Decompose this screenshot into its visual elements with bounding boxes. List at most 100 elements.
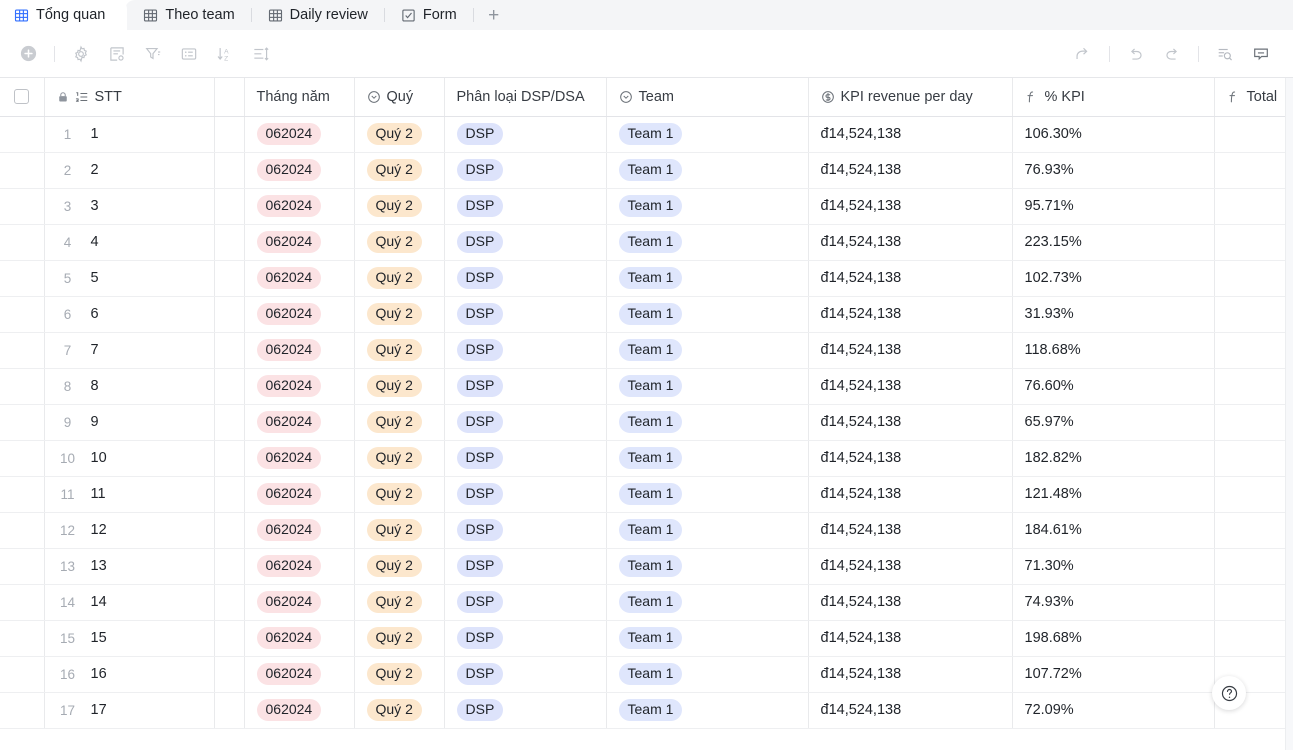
row-team-cell[interactable]: Team 1: [606, 584, 809, 621]
table-row[interactable]: 13 13 062024 Quý 2 DSP Team 1 đ14,524,13…: [0, 548, 1286, 585]
row-phan-loai-cell[interactable]: DSP: [444, 692, 607, 729]
row-total-cell[interactable]: [1214, 116, 1286, 153]
row-thang-nam-cell[interactable]: 062024: [244, 620, 355, 657]
row-kpi-cell[interactable]: đ14,524,138: [808, 584, 1013, 621]
header-quy[interactable]: Quý: [354, 78, 445, 117]
table-row[interactable]: 14 14 062024 Quý 2 DSP Team 1 đ14,524,13…: [0, 584, 1286, 621]
row-stt-cell[interactable]: 1 1: [44, 116, 215, 153]
row-pct-cell[interactable]: 95.71%: [1012, 188, 1215, 225]
row-team-cell[interactable]: Team 1: [606, 404, 809, 441]
row-pct-cell[interactable]: 121.48%: [1012, 476, 1215, 513]
row-pct-cell[interactable]: 72.09%: [1012, 692, 1215, 729]
row-pct-cell[interactable]: 198.68%: [1012, 620, 1215, 657]
row-select-cell[interactable]: [0, 368, 45, 405]
row-quy-cell[interactable]: Quý 2: [354, 512, 445, 549]
row-phan-loai-cell[interactable]: DSP: [444, 440, 607, 477]
row-team-cell[interactable]: Team 1: [606, 512, 809, 549]
table-row[interactable]: 1 1 062024 Quý 2 DSP Team 1 đ14,524,138 …: [0, 116, 1286, 153]
row-select-cell[interactable]: [0, 188, 45, 225]
table-row[interactable]: 9 9 062024 Quý 2 DSP Team 1 đ14,524,138 …: [0, 404, 1286, 441]
row-select-cell[interactable]: [0, 476, 45, 513]
settings-button[interactable]: [63, 38, 99, 70]
help-button[interactable]: [1212, 676, 1246, 710]
table-row[interactable]: 2 2 062024 Quý 2 DSP Team 1 đ14,524,138 …: [0, 152, 1286, 189]
table-row[interactable]: 11 11 062024 Quý 2 DSP Team 1 đ14,524,13…: [0, 476, 1286, 513]
row-phan-loai-cell[interactable]: DSP: [444, 512, 607, 549]
row-select-cell[interactable]: [0, 116, 45, 153]
row-total-cell[interactable]: [1214, 620, 1286, 657]
row-stt-cell[interactable]: 11 11: [44, 476, 215, 513]
row-phan-loai-cell[interactable]: DSP: [444, 116, 607, 153]
row-stt-cell[interactable]: 5 5: [44, 260, 215, 297]
row-phan-loai-cell[interactable]: DSP: [444, 584, 607, 621]
row-select-cell[interactable]: [0, 548, 45, 585]
row-quy-cell[interactable]: Quý 2: [354, 656, 445, 693]
row-select-cell[interactable]: [0, 296, 45, 333]
header-kpi-revenue[interactable]: KPI revenue per day: [808, 78, 1013, 117]
row-thang-nam-cell[interactable]: 062024: [244, 584, 355, 621]
row-quy-cell[interactable]: Quý 2: [354, 152, 445, 189]
row-thang-nam-cell[interactable]: 062024: [244, 260, 355, 297]
row-stt-cell[interactable]: 8 8: [44, 368, 215, 405]
row-kpi-cell[interactable]: đ14,524,138: [808, 152, 1013, 189]
row-thang-nam-cell[interactable]: 062024: [244, 548, 355, 585]
table-row[interactable]: 17 17 062024 Quý 2 DSP Team 1 đ14,524,13…: [0, 692, 1286, 729]
row-pct-cell[interactable]: 223.15%: [1012, 224, 1215, 261]
row-phan-loai-cell[interactable]: DSP: [444, 188, 607, 225]
row-thang-nam-cell[interactable]: 062024: [244, 116, 355, 153]
row-stt-cell[interactable]: 12 12: [44, 512, 215, 549]
row-thang-nam-cell[interactable]: 062024: [244, 296, 355, 333]
row-quy-cell[interactable]: Quý 2: [354, 188, 445, 225]
row-total-cell[interactable]: [1214, 512, 1286, 549]
row-team-cell[interactable]: Team 1: [606, 296, 809, 333]
row-kpi-cell[interactable]: đ14,524,138: [808, 692, 1013, 729]
row-total-cell[interactable]: [1214, 440, 1286, 477]
row-quy-cell[interactable]: Quý 2: [354, 620, 445, 657]
add-tab-button[interactable]: +: [474, 0, 514, 30]
row-team-cell[interactable]: Team 1: [606, 368, 809, 405]
row-phan-loai-cell[interactable]: DSP: [444, 656, 607, 693]
data-grid[interactable]: STT Tháng năm Quý Phân loại DSP/DSA Team…: [0, 78, 1293, 750]
row-quy-cell[interactable]: Quý 2: [354, 116, 445, 153]
row-total-cell[interactable]: [1214, 368, 1286, 405]
row-stt-cell[interactable]: 2 2: [44, 152, 215, 189]
row-pct-cell[interactable]: 65.97%: [1012, 404, 1215, 441]
undo-button[interactable]: [1118, 38, 1154, 70]
row-thang-nam-cell[interactable]: 062024: [244, 368, 355, 405]
row-pct-cell[interactable]: 31.93%: [1012, 296, 1215, 333]
row-quy-cell[interactable]: Quý 2: [354, 368, 445, 405]
checkbox-icon[interactable]: [14, 89, 30, 105]
row-pct-cell[interactable]: 184.61%: [1012, 512, 1215, 549]
row-pct-cell[interactable]: 182.82%: [1012, 440, 1215, 477]
filter-button[interactable]: [135, 38, 171, 70]
header-select-all[interactable]: [0, 78, 45, 117]
row-stt-cell[interactable]: 6 6: [44, 296, 215, 333]
row-pct-cell[interactable]: 71.30%: [1012, 548, 1215, 585]
row-thang-nam-cell[interactable]: 062024: [244, 152, 355, 189]
table-row[interactable]: 6 6 062024 Quý 2 DSP Team 1 đ14,524,138 …: [0, 296, 1286, 333]
row-pct-cell[interactable]: 118.68%: [1012, 332, 1215, 369]
redo-button[interactable]: [1154, 38, 1190, 70]
row-kpi-cell[interactable]: đ14,524,138: [808, 440, 1013, 477]
row-team-cell[interactable]: Team 1: [606, 188, 809, 225]
row-total-cell[interactable]: [1214, 260, 1286, 297]
tab-daily-review[interactable]: Daily review: [252, 0, 384, 30]
row-thang-nam-cell[interactable]: 062024: [244, 332, 355, 369]
row-phan-loai-cell[interactable]: DSP: [444, 152, 607, 189]
row-select-cell[interactable]: [0, 620, 45, 657]
row-select-cell[interactable]: [0, 440, 45, 477]
row-thang-nam-cell[interactable]: 062024: [244, 440, 355, 477]
row-phan-loai-cell[interactable]: DSP: [444, 620, 607, 657]
row-total-cell[interactable]: [1214, 476, 1286, 513]
row-stt-cell[interactable]: 13 13: [44, 548, 215, 585]
row-pct-cell[interactable]: 74.93%: [1012, 584, 1215, 621]
header-pct-kpi[interactable]: % KPI: [1012, 78, 1215, 117]
row-kpi-cell[interactable]: đ14,524,138: [808, 116, 1013, 153]
row-pct-cell[interactable]: 107.72%: [1012, 656, 1215, 693]
row-kpi-cell[interactable]: đ14,524,138: [808, 656, 1013, 693]
row-height-button[interactable]: [243, 38, 279, 70]
row-kpi-cell[interactable]: đ14,524,138: [808, 512, 1013, 549]
row-total-cell[interactable]: [1214, 152, 1286, 189]
row-total-cell[interactable]: [1214, 548, 1286, 585]
row-quy-cell[interactable]: Quý 2: [354, 692, 445, 729]
